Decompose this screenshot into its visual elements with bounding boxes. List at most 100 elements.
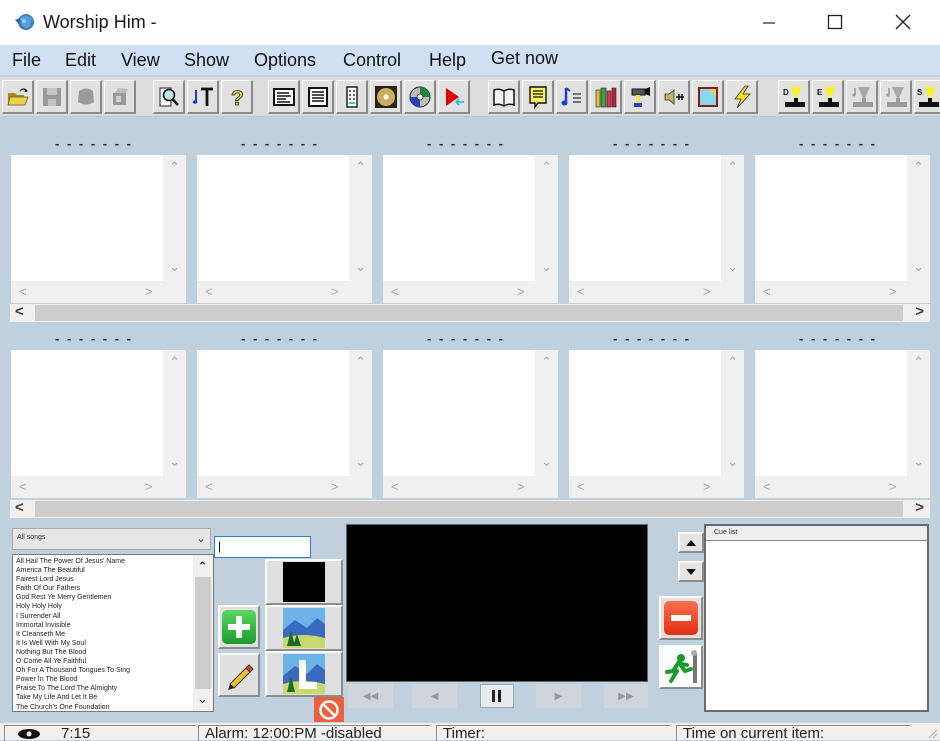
- save-button[interactable]: [36, 80, 68, 114]
- slide-panel-content[interactable]: [755, 350, 907, 476]
- scroll-left-icon[interactable]: <: [15, 499, 24, 516]
- song-list-item[interactable]: Praise To The Lord The Almighty: [16, 684, 191, 693]
- scroll-down-icon[interactable]: ⌄: [913, 259, 924, 275]
- menu-help[interactable]: Help: [429, 50, 466, 71]
- song-list-item[interactable]: Immortal Invisible: [16, 621, 191, 630]
- slide-panel-content[interactable]: [755, 155, 907, 281]
- scroll-left-icon[interactable]: <: [391, 284, 399, 299]
- cue-list[interactable]: Cue list: [704, 524, 929, 712]
- library-button[interactable]: [590, 80, 622, 114]
- image-background-button[interactable]: [265, 605, 343, 651]
- clear-screen-button[interactable]: [314, 697, 344, 722]
- logo-background-button[interactable]: [265, 651, 343, 697]
- slide-panel[interactable]: ⌃ ⌄ < >: [383, 155, 558, 303]
- song-list-item[interactable]: All Hail The Power Of Jesus' Name: [16, 557, 191, 566]
- move-down-button[interactable]: [678, 561, 704, 582]
- slide-panel[interactable]: ⌃ ⌄ < >: [11, 350, 186, 498]
- scrollbar-thumb[interactable]: [35, 501, 903, 517]
- move-up-button[interactable]: [678, 532, 704, 553]
- run-cue-button[interactable]: [659, 645, 703, 689]
- slide-panel[interactable]: ⌃ ⌄ < >: [755, 350, 930, 498]
- scroll-down-icon[interactable]: ⌄: [541, 259, 552, 275]
- add-song-button[interactable]: [218, 605, 260, 649]
- remote-control-button[interactable]: [336, 80, 368, 114]
- song-list[interactable]: All Hail The Power Of Jesus' Name America…: [12, 554, 214, 712]
- song-list-item[interactable]: It Is Well With My Soul: [16, 639, 191, 648]
- scroll-left-icon[interactable]: <: [391, 479, 399, 494]
- menu-options[interactable]: Options: [254, 50, 316, 71]
- scroll-up-icon[interactable]: ⌃: [727, 354, 738, 370]
- cd-button[interactable]: [404, 80, 436, 114]
- slide-panel[interactable]: ⌃ ⌄ < >: [197, 350, 372, 498]
- scroll-right-icon[interactable]: >: [889, 284, 897, 299]
- slide-panel-content[interactable]: [569, 350, 721, 476]
- video-camera-button[interactable]: [624, 80, 656, 114]
- sticky-note-button[interactable]: [692, 80, 724, 114]
- scroll-left-icon[interactable]: <: [577, 284, 585, 299]
- menu-view[interactable]: View: [121, 50, 160, 71]
- scroll-up-icon[interactable]: ⌃: [355, 159, 366, 175]
- next-button[interactable]: ▶: [536, 684, 581, 708]
- scrollbar-thumb[interactable]: [35, 305, 903, 321]
- spotlight-music-button-2[interactable]: [880, 80, 912, 114]
- scroll-up-icon[interactable]: ⌃: [727, 159, 738, 175]
- song-list-item[interactable]: It Cleanseth Me: [16, 630, 191, 639]
- music-text-button[interactable]: [187, 80, 219, 114]
- audio-button[interactable]: [658, 80, 690, 114]
- remove-cue-button[interactable]: [659, 596, 703, 640]
- song-list-item[interactable]: Nothing But The Blood: [16, 648, 191, 657]
- menu-file[interactable]: File: [12, 50, 41, 71]
- slide-panel[interactable]: ⌃ ⌄ < >: [569, 155, 744, 303]
- scroll-right-icon[interactable]: >: [915, 499, 924, 516]
- scrollbar-thumb[interactable]: [195, 577, 211, 689]
- fast-forward-button[interactable]: ▶▶: [604, 684, 648, 708]
- scroll-down-icon[interactable]: ⌄: [913, 454, 924, 470]
- scroll-right-icon[interactable]: >: [889, 479, 897, 494]
- scroll-up-icon[interactable]: ⌃: [541, 354, 552, 370]
- song-search-input[interactable]: |: [214, 536, 311, 558]
- song-list-item[interactable]: I Surrender All: [16, 612, 191, 621]
- scroll-left-icon[interactable]: <: [577, 479, 585, 494]
- menu-show[interactable]: Show: [184, 50, 229, 71]
- slide-panel-content[interactable]: [383, 155, 535, 281]
- scroll-left-icon[interactable]: <: [763, 479, 771, 494]
- scroll-down-icon[interactable]: ⌄: [169, 454, 180, 470]
- row-2-horizontal-scrollbar[interactable]: < >: [10, 499, 930, 518]
- edit-song-button[interactable]: [218, 653, 260, 697]
- scroll-right-icon[interactable]: >: [517, 479, 525, 494]
- play-button[interactable]: [438, 80, 470, 114]
- scroll-right-icon[interactable]: >: [145, 284, 153, 299]
- open-button[interactable]: [2, 80, 34, 114]
- cue-list-header[interactable]: Cue list: [706, 526, 927, 541]
- scroll-up-icon[interactable]: ⌃: [197, 559, 208, 575]
- song-list-item[interactable]: Holy Holy Holy: [16, 602, 191, 611]
- chevron-down-icon[interactable]: ⌄: [196, 531, 206, 545]
- search-button[interactable]: [153, 80, 185, 114]
- help-button[interactable]: ?: [221, 80, 253, 114]
- rewind-button[interactable]: ◀◀: [348, 684, 393, 708]
- scroll-left-icon[interactable]: <: [205, 284, 213, 299]
- song-list-item[interactable]: Fairest Lord Jesus: [16, 575, 191, 584]
- scroll-down-icon[interactable]: ⌄: [355, 454, 366, 470]
- song-list-item[interactable]: Power In The Blood: [16, 675, 191, 684]
- lightning-button[interactable]: [726, 80, 758, 114]
- scroll-up-icon[interactable]: ⌃: [355, 354, 366, 370]
- scroll-right-icon[interactable]: >: [145, 479, 153, 494]
- scroll-left-icon[interactable]: <: [763, 284, 771, 299]
- scroll-down-icon[interactable]: ⌄: [727, 259, 738, 275]
- menu-edit[interactable]: Edit: [65, 50, 96, 71]
- scroll-left-icon[interactable]: <: [15, 303, 24, 320]
- scroll-right-icon[interactable]: >: [703, 479, 711, 494]
- scroll-up-icon[interactable]: ⌃: [541, 159, 552, 175]
- text-lines-button[interactable]: [302, 80, 334, 114]
- scroll-down-icon[interactable]: ⌄: [541, 454, 552, 470]
- spotlight-d-button[interactable]: D: [778, 80, 810, 114]
- scroll-down-icon[interactable]: ⌄: [197, 691, 208, 707]
- menu-get-now[interactable]: Get now: [491, 48, 558, 69]
- bible-button[interactable]: [488, 80, 520, 114]
- song-list-item[interactable]: The Church's One Foundation: [16, 703, 191, 712]
- slide-panel-content[interactable]: [569, 155, 721, 281]
- notes-button[interactable]: [522, 80, 554, 114]
- slide-panel-content[interactable]: [11, 155, 163, 281]
- slide-panel[interactable]: ⌃ ⌄ < >: [383, 350, 558, 498]
